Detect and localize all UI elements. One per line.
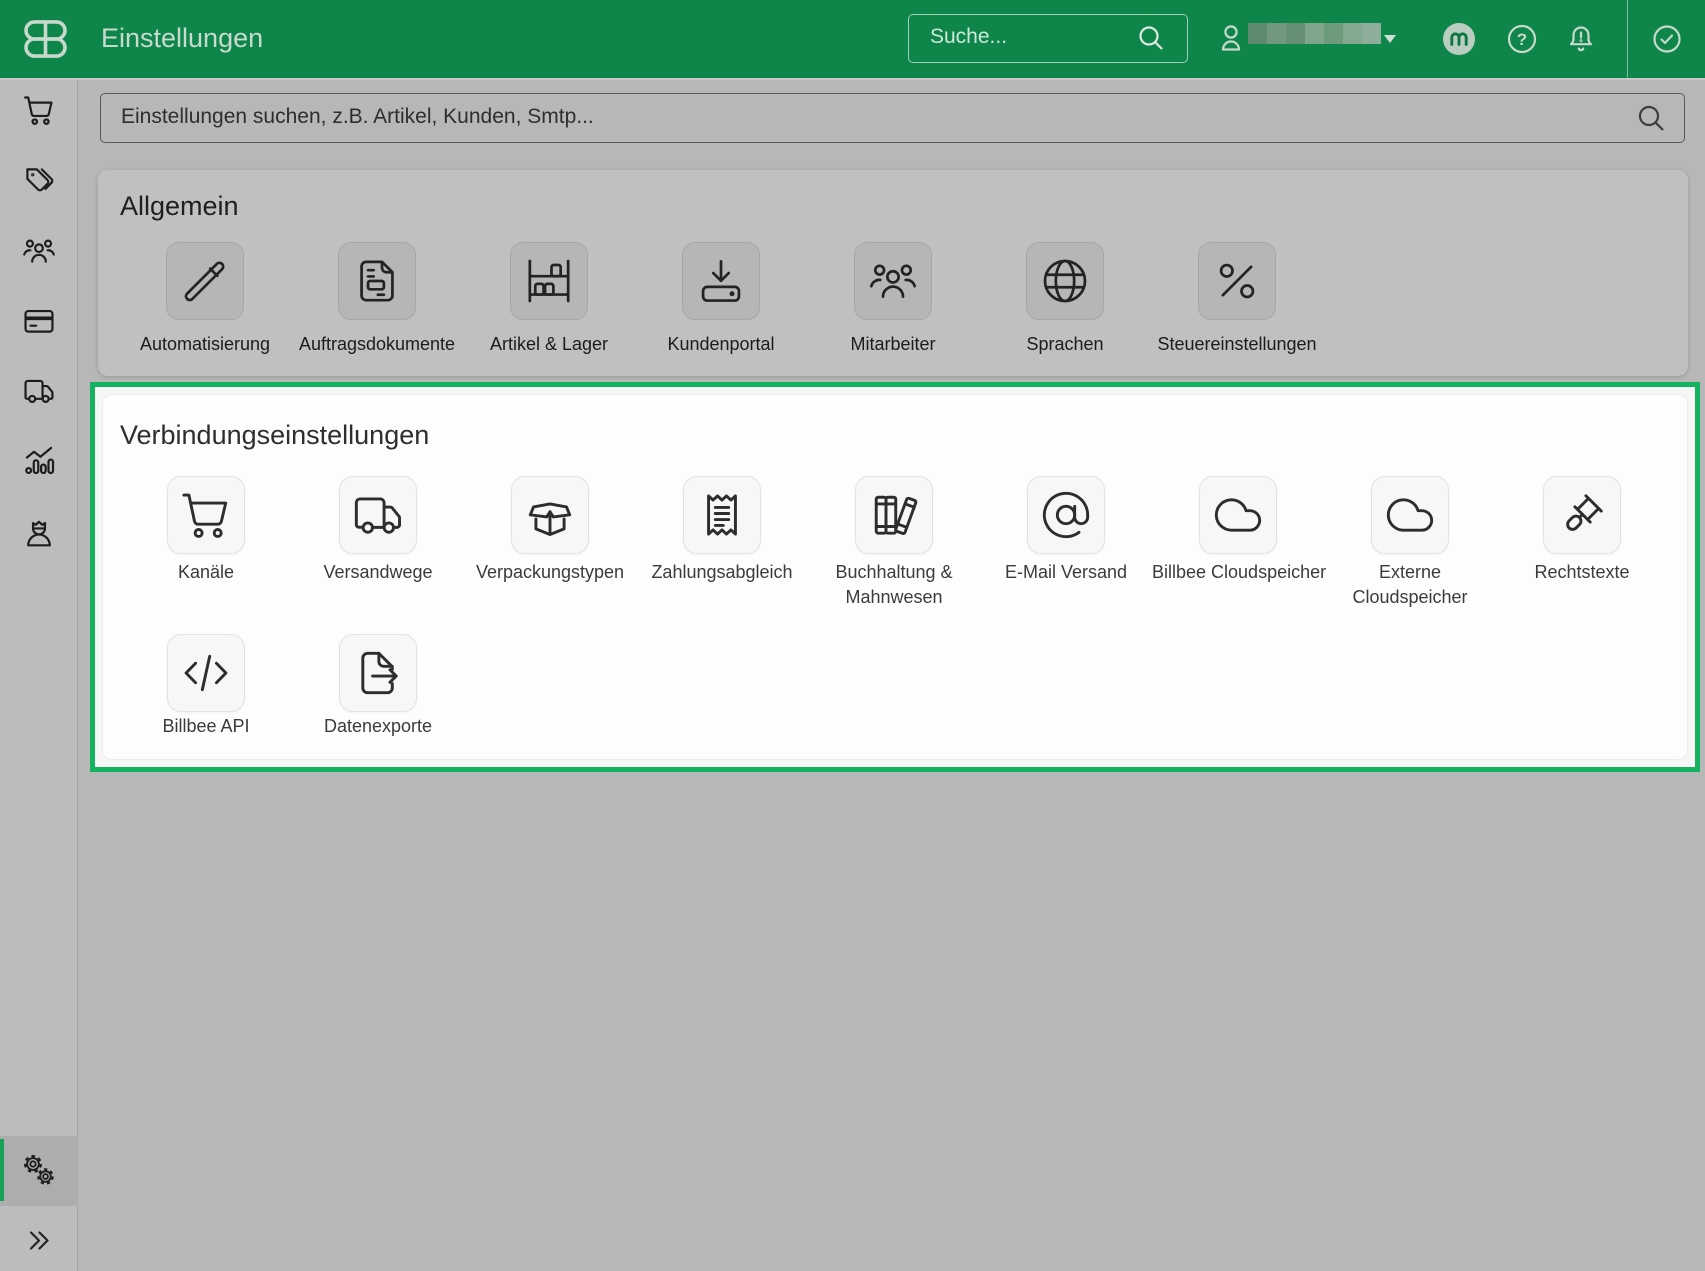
svg-text:?: ? xyxy=(1517,30,1527,49)
